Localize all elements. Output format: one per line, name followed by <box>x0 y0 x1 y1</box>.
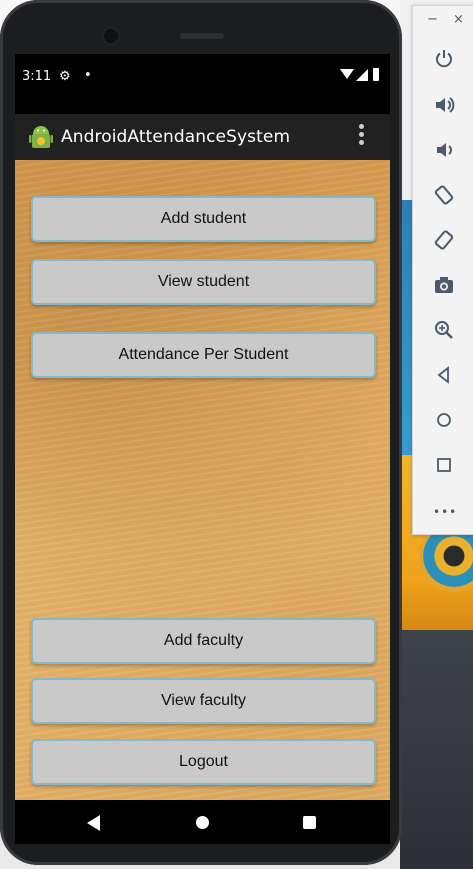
camera-icon[interactable] <box>433 274 455 296</box>
app-bar: AndroidAttendanceSystem <box>15 114 390 160</box>
overflow-menu-icon[interactable] <box>359 124 365 150</box>
status-time: 3:11 <box>22 69 52 84</box>
earpiece-speaker <box>180 33 224 39</box>
background-wall <box>400 630 473 869</box>
volume-down-icon[interactable] <box>433 139 455 161</box>
android-logo-icon <box>29 126 53 148</box>
main-content: Add student View student Attendance Per … <box>15 160 390 800</box>
zoom-icon[interactable] <box>433 319 455 341</box>
rotate-left-icon[interactable] <box>433 184 455 206</box>
emulator-toolbar: − × ••• <box>412 5 473 535</box>
rotate-right-icon[interactable] <box>433 229 455 251</box>
view-faculty-button[interactable]: View faculty <box>31 678 376 724</box>
attendance-per-student-button[interactable]: Attendance Per Student <box>31 332 376 378</box>
status-bar: 3:11 ⚙ • <box>15 54 390 114</box>
app-title: AndroidAttendanceSystem <box>61 127 291 147</box>
wifi-icon <box>340 69 354 79</box>
phone-frame: 3:11 ⚙ • AndroidAttendanceSystem Add stu… <box>0 0 402 865</box>
close-button[interactable]: × <box>453 12 464 27</box>
gear-icon: ⚙ <box>59 69 71 84</box>
front-camera <box>101 26 121 46</box>
volume-up-icon[interactable] <box>433 94 455 116</box>
back-icon[interactable] <box>433 364 455 386</box>
back-icon[interactable] <box>87 815 100 831</box>
signal-icon <box>356 69 368 81</box>
navigation-bar <box>15 800 390 844</box>
battery-icon <box>373 68 379 81</box>
view-student-button[interactable]: View student <box>31 259 376 305</box>
more-icon[interactable]: ••• <box>433 501 456 523</box>
notification-dot-icon: • <box>84 68 92 83</box>
device-screen: 3:11 ⚙ • AndroidAttendanceSystem Add stu… <box>15 54 390 844</box>
add-student-button[interactable]: Add student <box>31 196 376 242</box>
recents-icon[interactable] <box>303 816 316 829</box>
logout-button[interactable]: Logout <box>31 739 376 785</box>
minimize-button[interactable]: − <box>427 12 438 27</box>
add-faculty-button[interactable]: Add faculty <box>31 618 376 664</box>
overview-icon[interactable] <box>433 454 455 476</box>
home-icon[interactable] <box>433 409 455 431</box>
home-icon[interactable] <box>196 816 209 829</box>
power-icon[interactable] <box>433 48 455 70</box>
